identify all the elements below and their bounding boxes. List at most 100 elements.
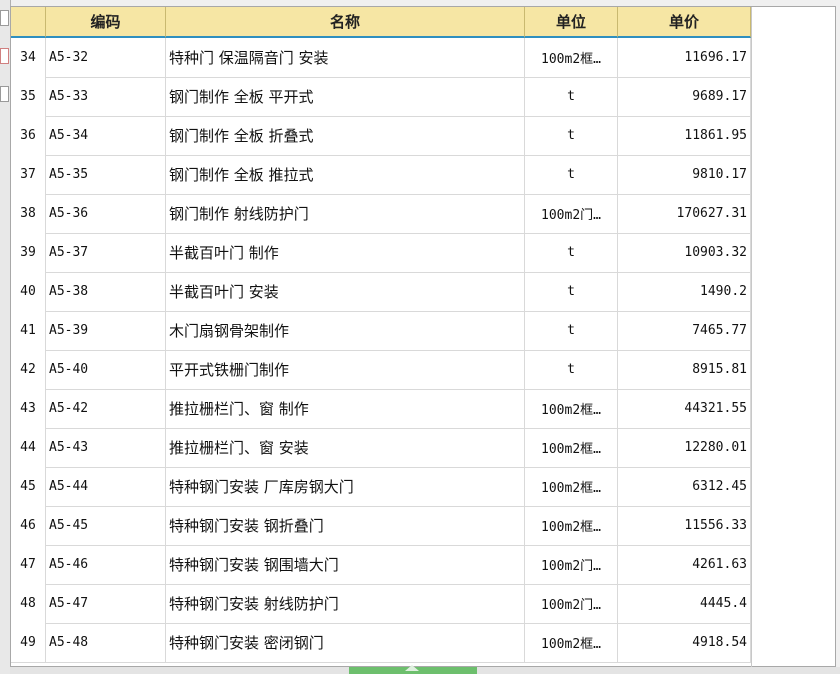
price-cell[interactable]: 8915.81 [618, 350, 751, 389]
name-cell[interactable]: 木门扇钢骨架制作 [166, 311, 525, 350]
unit-cell[interactable]: 100m2框… [525, 467, 618, 506]
table-row[interactable]: 44 A5-43 推拉栅栏门、窗 安装 100m2框… 12280.01 [11, 428, 751, 468]
name-cell[interactable]: 半截百叶门 安装 [166, 272, 525, 311]
table-row[interactable]: 35 A5-33 钢门制作 全板 平开式 t 9689.17 [11, 77, 751, 117]
unit-cell[interactable]: 100m2门… [525, 584, 618, 623]
table-row[interactable]: 36 A5-34 钢门制作 全板 折叠式 t 11861.95 [11, 116, 751, 156]
row-number-cell[interactable]: 44 [11, 428, 46, 467]
unit-cell[interactable]: t [525, 116, 618, 155]
price-cell[interactable]: 9689.17 [618, 77, 751, 116]
table-row[interactable]: 41 A5-39 木门扇钢骨架制作 t 7465.77 [11, 311, 751, 351]
unit-cell[interactable]: t [525, 272, 618, 311]
code-cell[interactable]: A5-40 [46, 350, 166, 389]
price-cell[interactable]: 11556.33 [618, 506, 751, 545]
code-cell[interactable]: A5-39 [46, 311, 166, 350]
row-number-cell[interactable]: 45 [11, 467, 46, 506]
row-number-cell[interactable]: 34 [11, 38, 46, 77]
row-number-cell[interactable]: 38 [11, 194, 46, 233]
table-row[interactable]: 39 A5-37 半截百叶门 制作 t 10903.32 [11, 233, 751, 273]
table-row[interactable]: 45 A5-44 特种钢门安装 厂库房钢大门 100m2框… 6312.45 [11, 467, 751, 507]
row-number-cell[interactable]: 37 [11, 155, 46, 194]
name-cell[interactable]: 钢门制作 全板 平开式 [166, 77, 525, 116]
unit-cell[interactable]: t [525, 155, 618, 194]
unit-cell[interactable]: 100m2框… [525, 506, 618, 545]
row-number-cell[interactable]: 39 [11, 233, 46, 272]
price-cell[interactable]: 44321.55 [618, 389, 751, 428]
header-code[interactable]: 编码 [46, 7, 166, 38]
row-number-cell[interactable]: 48 [11, 584, 46, 623]
unit-cell[interactable]: 100m2门… [525, 545, 618, 584]
code-cell[interactable]: A5-44 [46, 467, 166, 506]
edge-control[interactable] [0, 86, 9, 102]
unit-cell[interactable]: 100m2框… [525, 428, 618, 467]
code-cell[interactable]: A5-46 [46, 545, 166, 584]
code-cell[interactable]: A5-32 [46, 38, 166, 77]
row-number-cell[interactable]: 43 [11, 389, 46, 428]
row-number-cell[interactable]: 42 [11, 350, 46, 389]
name-cell[interactable]: 推拉栅栏门、窗 安装 [166, 428, 525, 467]
price-cell[interactable]: 7465.77 [618, 311, 751, 350]
code-cell[interactable]: A5-37 [46, 233, 166, 272]
row-number-cell[interactable]: 35 [11, 77, 46, 116]
name-cell[interactable]: 钢门制作 全板 推拉式 [166, 155, 525, 194]
row-number-cell[interactable]: 47 [11, 545, 46, 584]
header-name[interactable]: 名称 [166, 7, 525, 38]
code-cell[interactable]: A5-33 [46, 77, 166, 116]
table-row[interactable]: 42 A5-40 平开式铁栅门制作 t 8915.81 [11, 350, 751, 390]
row-number-cell[interactable]: 49 [11, 623, 46, 662]
name-cell[interactable]: 特种钢门安装 厂库房钢大门 [166, 467, 525, 506]
price-cell[interactable]: 11861.95 [618, 116, 751, 155]
unit-cell[interactable]: t [525, 77, 618, 116]
name-cell[interactable]: 特种钢门安装 射线防护门 [166, 584, 525, 623]
unit-cell[interactable]: t [525, 311, 618, 350]
table-row[interactable]: 49 A5-48 特种钢门安装 密闭钢门 100m2框… 4918.54 [11, 623, 751, 663]
name-cell[interactable]: 平开式铁栅门制作 [166, 350, 525, 389]
unit-cell[interactable]: t [525, 233, 618, 272]
table-row[interactable]: 48 A5-47 特种钢门安装 射线防护门 100m2门… 4445.4 [11, 584, 751, 624]
edge-control[interactable] [0, 10, 9, 26]
unit-cell[interactable]: 100m2框… [525, 38, 618, 77]
unit-cell[interactable]: 100m2框… [525, 389, 618, 428]
table-row[interactable]: 40 A5-38 半截百叶门 安装 t 1490.2 [11, 272, 751, 312]
unit-cell[interactable]: 100m2门… [525, 194, 618, 233]
code-cell[interactable]: A5-48 [46, 623, 166, 662]
header-price[interactable]: 单价 [618, 7, 751, 38]
table-row[interactable]: 46 A5-45 特种钢门安装 钢折叠门 100m2框… 11556.33 [11, 506, 751, 546]
name-cell[interactable]: 特种钢门安装 钢折叠门 [166, 506, 525, 545]
name-cell[interactable]: 半截百叶门 制作 [166, 233, 525, 272]
name-cell[interactable]: 特种门 保温隔音门 安装 [166, 38, 525, 77]
code-cell[interactable]: A5-38 [46, 272, 166, 311]
name-cell[interactable]: 推拉栅栏门、窗 制作 [166, 389, 525, 428]
header-unit[interactable]: 单位 [525, 7, 618, 38]
code-cell[interactable]: A5-35 [46, 155, 166, 194]
name-cell[interactable]: 钢门制作 全板 折叠式 [166, 116, 525, 155]
price-cell[interactable]: 6312.45 [618, 467, 751, 506]
price-cell[interactable]: 4445.4 [618, 584, 751, 623]
name-cell[interactable]: 特种钢门安装 钢围墙大门 [166, 545, 525, 584]
row-number-cell[interactable]: 41 [11, 311, 46, 350]
table-row[interactable]: 38 A5-36 钢门制作 射线防护门 100m2门… 170627.31 [11, 194, 751, 234]
scroll-up-arrow-icon[interactable] [405, 665, 419, 671]
price-cell[interactable]: 4918.54 [618, 623, 751, 662]
table-row[interactable]: 37 A5-35 钢门制作 全板 推拉式 t 9810.17 [11, 155, 751, 195]
row-number-cell[interactable]: 40 [11, 272, 46, 311]
code-cell[interactable]: A5-45 [46, 506, 166, 545]
price-cell[interactable]: 12280.01 [618, 428, 751, 467]
price-cell[interactable]: 10903.32 [618, 233, 751, 272]
price-cell[interactable]: 1490.2 [618, 272, 751, 311]
unit-cell[interactable]: t [525, 350, 618, 389]
edge-control[interactable] [0, 48, 9, 64]
row-number-cell[interactable]: 36 [11, 116, 46, 155]
table-row[interactable]: 47 A5-46 特种钢门安装 钢围墙大门 100m2门… 4261.63 [11, 545, 751, 585]
code-cell[interactable]: A5-42 [46, 389, 166, 428]
code-cell[interactable]: A5-36 [46, 194, 166, 233]
code-cell[interactable]: A5-47 [46, 584, 166, 623]
price-cell[interactable]: 170627.31 [618, 194, 751, 233]
table-row[interactable]: 43 A5-42 推拉栅栏门、窗 制作 100m2框… 44321.55 [11, 389, 751, 429]
table-row[interactable]: 34 A5-32 特种门 保温隔音门 安装 100m2框… 11696.17 [11, 38, 751, 78]
row-number-cell[interactable]: 46 [11, 506, 46, 545]
name-cell[interactable]: 特种钢门安装 密闭钢门 [166, 623, 525, 662]
code-cell[interactable]: A5-43 [46, 428, 166, 467]
name-cell[interactable]: 钢门制作 射线防护门 [166, 194, 525, 233]
price-cell[interactable]: 9810.17 [618, 155, 751, 194]
